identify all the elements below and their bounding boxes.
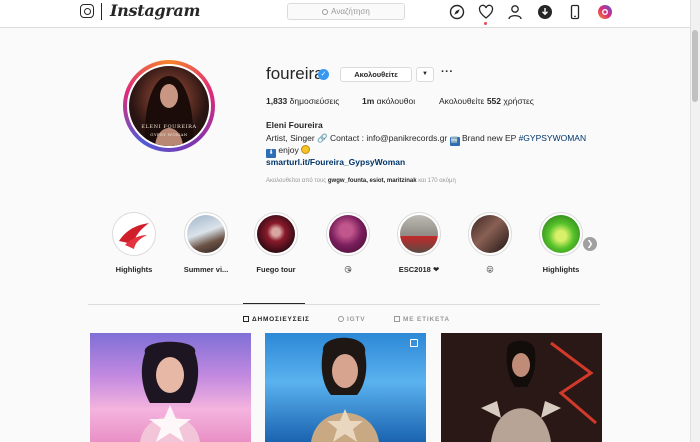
followers-count: 1m bbox=[362, 96, 375, 106]
notification-dot bbox=[484, 22, 487, 25]
story-highlight-label: ESC2018 ❤ bbox=[398, 265, 440, 274]
profile-avatar[interactable]: ELENI FOUREIRA GYPSY WOMAN bbox=[127, 64, 211, 148]
instagram-profile-page: Instagram Αναζήτηση ELENI FOUREIRA GYPSY… bbox=[0, 0, 700, 442]
story-highlight-cover bbox=[115, 215, 153, 253]
posts-count: 1,833 bbox=[266, 96, 288, 106]
bio-text: Artist, Singer 🔗 Contact : info@panikrec… bbox=[266, 133, 448, 143]
bio-enjoy-text: enjoy bbox=[278, 145, 299, 155]
more-options-icon[interactable]: ··· bbox=[441, 66, 454, 78]
post-thumbnail[interactable] bbox=[90, 333, 251, 442]
compass-icon[interactable] bbox=[449, 4, 465, 20]
phone-icon[interactable] bbox=[567, 4, 583, 20]
followed-by-prefix: Ακολουθείται από τους bbox=[266, 178, 327, 184]
following-label: χρήστες bbox=[503, 96, 534, 106]
story-highlight-cover bbox=[471, 215, 509, 253]
following-button[interactable]: Ακολουθείτε bbox=[340, 67, 412, 82]
followers-stat[interactable]: 1m ακόλουθοι bbox=[362, 96, 415, 106]
following-prefix: Ακολουθείτε bbox=[439, 96, 485, 106]
tab-igtv-label: IGTV bbox=[347, 316, 366, 323]
followers-label: ακόλουθοι bbox=[376, 96, 416, 106]
color-circle-icon[interactable] bbox=[597, 4, 613, 20]
instagram-wordmark[interactable]: Instagram bbox=[110, 1, 200, 20]
story-highlight-cover bbox=[187, 215, 225, 253]
grid-icon bbox=[243, 316, 249, 322]
igtv-icon bbox=[338, 316, 344, 322]
post-artwork bbox=[140, 341, 200, 442]
search-icon bbox=[322, 9, 329, 15]
post-artwork bbox=[441, 333, 602, 442]
followed-by-names: gwgw_founta, esiot, maritzinak bbox=[327, 178, 417, 184]
story-highlight-cover bbox=[542, 215, 580, 253]
followed-by-text[interactable]: Ακολουθείται από τους gwgw_founta, esiot… bbox=[266, 178, 456, 184]
active-tab-indicator bbox=[243, 303, 305, 304]
suggestions-dropdown-button[interactable]: ▼ bbox=[416, 67, 434, 82]
story-highlight-label: Summer vi... bbox=[183, 265, 229, 274]
following-stat[interactable]: Ακολουθείτε 552 χρήστες bbox=[439, 96, 534, 106]
posts-count-stat: 1,833 δημοσιεύσεις bbox=[266, 96, 339, 106]
profile-website-link[interactable]: smarturl.it/Foureira_GypsyWoman bbox=[266, 157, 405, 167]
story-highlight-cover bbox=[400, 215, 438, 253]
tab-tagged[interactable]: ΜΕ ΕΤΙΚΕΤΑ bbox=[394, 316, 450, 323]
multiple-photos-icon bbox=[410, 339, 418, 347]
new-emoji-icon: 🆕 bbox=[449, 137, 460, 146]
story-highlight-cover bbox=[329, 215, 367, 253]
search-placeholder: Αναζήτηση bbox=[331, 7, 370, 16]
post-thumbnail[interactable] bbox=[265, 333, 426, 442]
profile-username: foureira bbox=[266, 64, 324, 83]
story-highlight-label: 😘 bbox=[344, 265, 352, 274]
post-thumbnail[interactable] bbox=[441, 333, 602, 442]
posts-label: δημοσιεύσεις bbox=[289, 96, 340, 106]
story-highlight-label: Highlights bbox=[115, 265, 153, 274]
bio-ep-text: Brand new EP bbox=[462, 133, 517, 143]
camera-logo-icon[interactable] bbox=[80, 4, 94, 18]
story-highlight-cover bbox=[257, 215, 295, 253]
story-highlight-label: Highlights bbox=[542, 265, 580, 274]
followed-by-suffix: και 170 ακόμη bbox=[418, 178, 456, 184]
post-artwork bbox=[311, 337, 379, 442]
tab-igtv[interactable]: IGTV bbox=[338, 316, 365, 323]
verified-badge-icon: ✓ bbox=[318, 69, 329, 80]
tagged-icon bbox=[394, 316, 400, 322]
scrollbar-thumb[interactable] bbox=[692, 30, 698, 102]
logo-divider bbox=[101, 3, 102, 20]
profile-icon[interactable] bbox=[507, 4, 523, 20]
story-highlight-label: Fuego tour bbox=[256, 265, 296, 274]
following-count: 552 bbox=[486, 96, 501, 106]
avatar-caption-title: GYPSY WOMAN bbox=[150, 132, 188, 137]
stories-next-arrow-icon[interactable]: ❯ bbox=[583, 237, 597, 251]
bio-line-1: Artist, Singer 🔗 Contact : info@panikrec… bbox=[266, 133, 586, 146]
top-navigation-bar: Instagram Αναζήτηση bbox=[0, 0, 700, 28]
tab-posts-label: ΔΗΜΟΣΙΕΥΣΕΙΣ bbox=[252, 316, 310, 323]
tab-tagged-label: ΜΕ ΕΤΙΚΕΤΑ bbox=[403, 316, 450, 323]
tab-posts[interactable]: ΔΗΜΟΣΙΕΥΣΕΙΣ bbox=[243, 316, 310, 323]
heart-icon[interactable] bbox=[478, 4, 494, 20]
story-highlight-label: 😛 bbox=[486, 265, 494, 274]
search-input[interactable]: Αναζήτηση bbox=[287, 3, 405, 20]
tabs-divider bbox=[88, 304, 600, 305]
smile-emoji-icon bbox=[301, 145, 311, 154]
download-icon[interactable] bbox=[537, 4, 553, 20]
profile-full-name: Eleni Foureira bbox=[266, 120, 323, 130]
bio-hashtag-link[interactable]: #GYPSYWOMAN bbox=[519, 133, 587, 143]
avatar-caption-name: ELENI FOUREIRA bbox=[141, 124, 197, 130]
